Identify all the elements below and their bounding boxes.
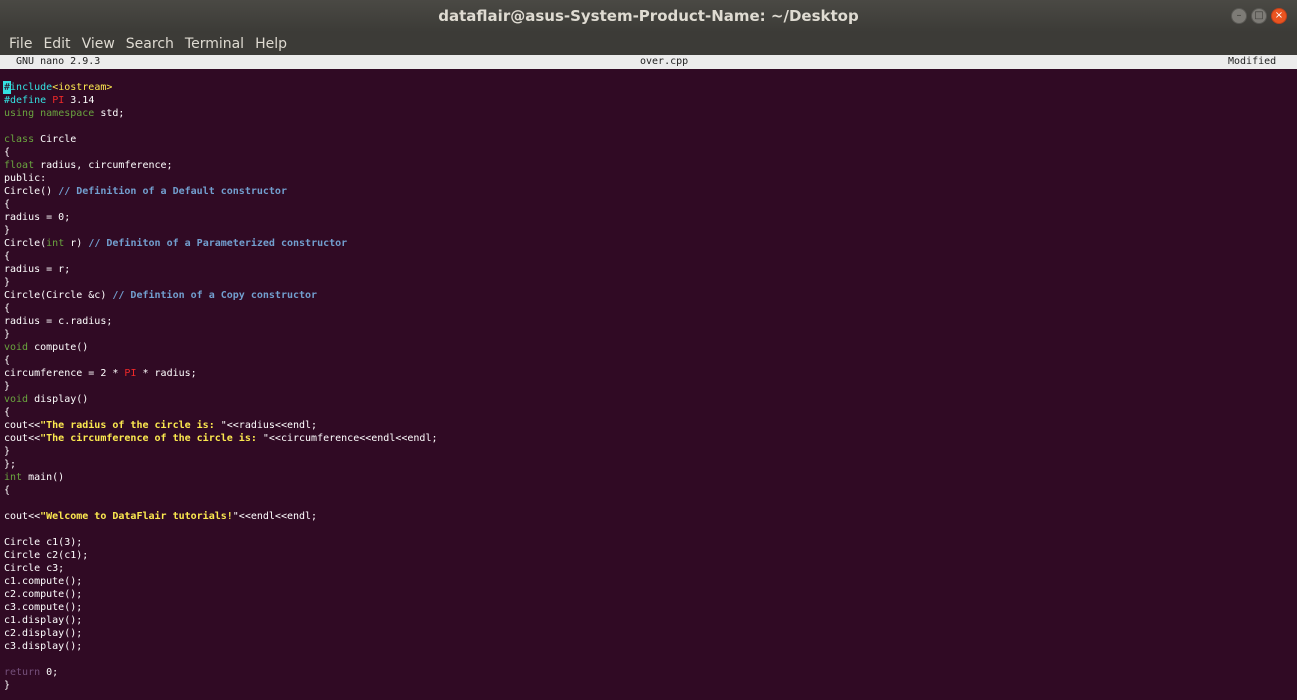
code-line: cout<<"The radius of the circle is: "<<r… — [4, 420, 318, 431]
menu-help[interactable]: Help — [255, 32, 287, 56]
code-line: } — [4, 225, 11, 236]
code-line: Circle c1(3); — [4, 537, 83, 548]
code-line: class Circle — [4, 134, 77, 145]
code-line: ​ — [4, 653, 438, 666]
code-line: { — [4, 251, 11, 262]
code-line: radius = r; — [4, 264, 71, 275]
code-line: } — [4, 680, 11, 691]
code-line: } — [4, 446, 11, 457]
code-line: radius = c.radius; — [4, 316, 113, 327]
code-line: Circle c3; — [4, 563, 65, 574]
nano-version: GNU nano 2.9.3 — [16, 56, 101, 67]
code-line: c1.compute(); — [4, 576, 83, 587]
code-line: public: — [4, 173, 47, 184]
code-editor[interactable]: #include<iostream> #define PI 3.14 using n… — [2, 81, 438, 692]
code-line: Circle(int r) // Definiton of a Paramete… — [4, 238, 348, 249]
code-line: }; — [4, 459, 17, 470]
code-line: } — [4, 381, 11, 392]
code-line: using namespace std; — [4, 108, 125, 119]
code-line: #define PI 3.14 — [4, 95, 95, 106]
menu-terminal[interactable]: Terminal — [185, 32, 244, 56]
code-line: ​ — [4, 497, 438, 510]
code-line: { — [4, 147, 11, 158]
code-line: return 0; — [4, 667, 59, 678]
code-line: Circle(Circle &c) // Defintion of a Copy… — [4, 290, 318, 301]
code-line: ​ — [4, 120, 438, 133]
code-line: Circle() // Definition of a Default cons… — [4, 186, 287, 197]
code-line: c3.display(); — [4, 641, 83, 652]
menu-search[interactable]: Search — [126, 32, 174, 56]
nano-header: GNU nano 2.9.3 over.cpp Modified — [0, 55, 1297, 69]
maximize-icon[interactable]: □ — [1251, 8, 1267, 24]
code-line: float radius, circumference; — [4, 160, 173, 171]
code-line: c2.display(); — [4, 628, 83, 639]
menu-file[interactable]: File — [9, 32, 32, 56]
code-line: cout<<"The circumference of the circle i… — [4, 433, 438, 444]
code-line: ​ — [4, 523, 438, 536]
code-line: circumference = 2 * PI * radius; — [4, 368, 197, 379]
menu-edit[interactable]: Edit — [43, 32, 70, 56]
code-line: { — [4, 199, 11, 210]
minimize-icon[interactable]: – — [1231, 8, 1247, 24]
menu-bar: File Edit View Search Terminal Help — [0, 32, 1297, 56]
code-line: c2.compute(); — [4, 589, 83, 600]
code-line: c3.compute(); — [4, 602, 83, 613]
code-line: Circle c2(c1); — [4, 550, 89, 561]
code-line: radius = 0; — [4, 212, 71, 223]
code-line: void compute() — [4, 342, 89, 353]
code-line: void display() — [4, 394, 89, 405]
nano-status: Modified — [1228, 56, 1277, 67]
window-title: dataflair@asus-System-Product-Name: ~/De… — [438, 7, 859, 25]
code-line: } — [4, 329, 11, 340]
code-line: { — [4, 407, 11, 418]
window-controls: – □ × — [1231, 8, 1287, 24]
code-line: cout<<"Welcome to DataFlair tutorials!"<… — [4, 511, 318, 522]
code-line: { — [4, 303, 11, 314]
code-line: #include<iostream> — [2, 81, 113, 94]
code-line: } — [4, 277, 11, 288]
close-icon[interactable]: × — [1271, 8, 1287, 24]
code-line: { — [4, 485, 11, 496]
code-line: { — [4, 355, 11, 366]
code-line: int main() — [4, 472, 65, 483]
code-line: c1.display(); — [4, 615, 83, 626]
nano-filename: over.cpp — [640, 56, 689, 67]
menu-view[interactable]: View — [82, 32, 115, 56]
window-titlebar: dataflair@asus-System-Product-Name: ~/De… — [0, 0, 1297, 32]
